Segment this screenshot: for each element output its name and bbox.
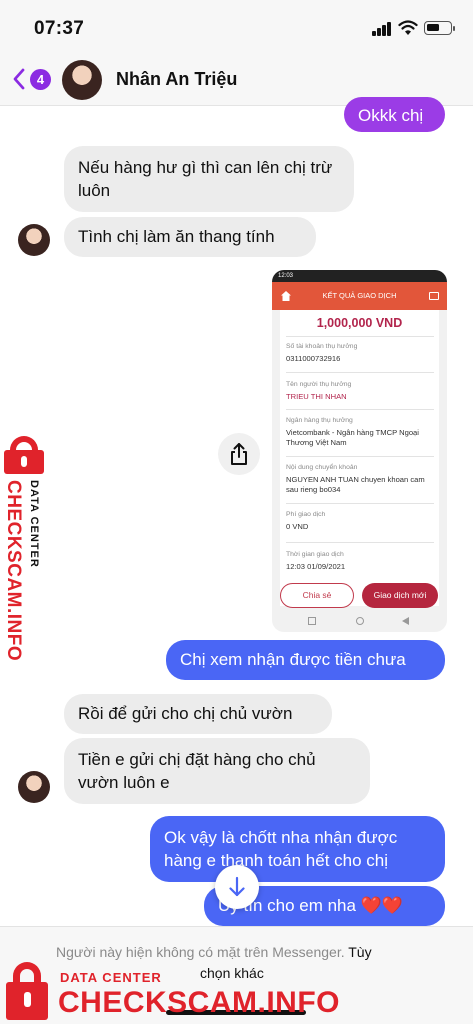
divider [286, 503, 434, 504]
receipt-row: Số tài khoản thụ hưởng 0311000732916 [286, 342, 434, 364]
message-outgoing[interactable]: Ok vậy là chốtt nha nhận được hàng e tha… [150, 816, 445, 882]
receipt-share-button: Chia sẻ [280, 583, 354, 608]
receipt-value: TRIEU THI NHAN [286, 392, 347, 401]
contact-name[interactable]: Nhân An Triệu [116, 69, 237, 90]
receipt-value: 0311000732916 [286, 354, 341, 363]
message-incoming[interactable]: Rồi để gửi cho chị chủ vườn [64, 694, 332, 734]
receipt-row: Ngân hàng thụ hưởng Vietcombank - Ngân h… [286, 416, 434, 448]
watermark-site: CHECKSCAM.INFO [3, 480, 24, 662]
watermark-side: DATA CENTER CHECKSCAM.INFO [0, 436, 60, 676]
divider [286, 372, 434, 373]
receipt-row: Phí giao dịch 0 VND [286, 510, 434, 532]
scroll-to-bottom-button[interactable] [215, 865, 259, 909]
receipt-title-bar: KẾT QUẢ GIAO DỊCH [272, 282, 447, 310]
divider [286, 336, 434, 337]
lock-icon [2, 436, 46, 474]
receipt-amount: 1,000,000 VND [316, 316, 403, 330]
receipt-status-bar: 12:03 [272, 270, 447, 282]
home-icon [281, 291, 291, 301]
unread-badge: 4 [30, 69, 51, 90]
back-button[interactable]: 4 [10, 64, 56, 96]
lock-icon [4, 962, 50, 1022]
watermark-site: CHECKSCAM.INFO [58, 986, 340, 1019]
notice-message: Người này hiện không có mặt trên Messeng… [56, 944, 345, 960]
more-options-link[interactable]: Tùy [348, 944, 371, 960]
watermark-data-center: DATA CENTER [60, 970, 162, 985]
receipt-value: NGUYEN ANH TUAN chuyen khoan cam sau rie… [286, 475, 425, 494]
avatar[interactable] [62, 60, 102, 100]
share-icon [231, 443, 247, 465]
message-incoming[interactable]: Tiền e gửi chị đặt hàng cho chủ vườn luô… [64, 738, 370, 804]
message-incoming[interactable]: Tình chị làm ăn thang tính [64, 217, 316, 257]
signal-icon [372, 22, 392, 36]
receipt-row: Thời gian giao dịch 12:03 01/09/2021 [286, 550, 434, 572]
receipt-label: Thời gian giao dịch [286, 551, 344, 558]
receipt-card: 1,000,000 VND Số tài khoản thụ hưởng 031… [280, 310, 439, 606]
message-outgoing[interactable]: Chị xem nhận được tiền chưa [166, 640, 445, 680]
avatar [18, 771, 50, 803]
wifi-icon [398, 20, 418, 35]
watermark-data-center: DATA CENTER [28, 480, 40, 568]
receipt-new-transaction-button: Giao dịch mới [362, 583, 438, 608]
message-outgoing[interactable]: Okkk chị [344, 97, 445, 132]
battery-icon [424, 21, 455, 35]
avatar [18, 224, 50, 256]
status-time: 07:37 [34, 18, 85, 39]
transfer-receipt-image[interactable]: 12:03 KẾT QUẢ GIAO DỊCH 1,000,000 VND Số… [272, 270, 447, 632]
receipt-label: Số tài khoản thụ hưởng [286, 343, 358, 350]
status-bar: 07:37 [0, 0, 473, 56]
receipt-row: Nội dung chuyển khoản NGUYEN ANH TUAN ch… [286, 463, 434, 495]
receipt-value: 12:03 01/09/2021 [286, 562, 346, 571]
watermark-bottom: DATA CENTER CHECKSCAM.INFO [0, 960, 340, 1024]
divider [286, 542, 434, 543]
receipt-row: Tên người thụ hưởng TRIEU THI NHAN [286, 380, 434, 402]
receipt-label: Phí giao dịch [286, 511, 326, 518]
message-incoming[interactable]: Nếu hàng hư gì thì can lên chị trừ luôn [64, 146, 354, 212]
receipt-title: KẾT QUẢ GIAO DỊCH [322, 291, 397, 300]
receipt-label: Tên người thụ hưởng [286, 381, 352, 388]
receipt-value: 0 VND [286, 522, 309, 531]
back-chevron-icon [13, 68, 25, 90]
arrow-down-icon [229, 876, 245, 897]
receipt-value: Vietcombank - Ngân hàng TMCP Ngoại Thươn… [286, 428, 419, 447]
share-button[interactable] [218, 433, 260, 475]
receipt-nav-bar [272, 612, 447, 632]
menu-icon [429, 292, 439, 300]
divider [286, 409, 434, 410]
receipt-label: Ngân hàng thụ hưởng [286, 417, 353, 424]
receipt-label: Nội dung chuyển khoản [286, 464, 358, 471]
divider [286, 456, 434, 457]
